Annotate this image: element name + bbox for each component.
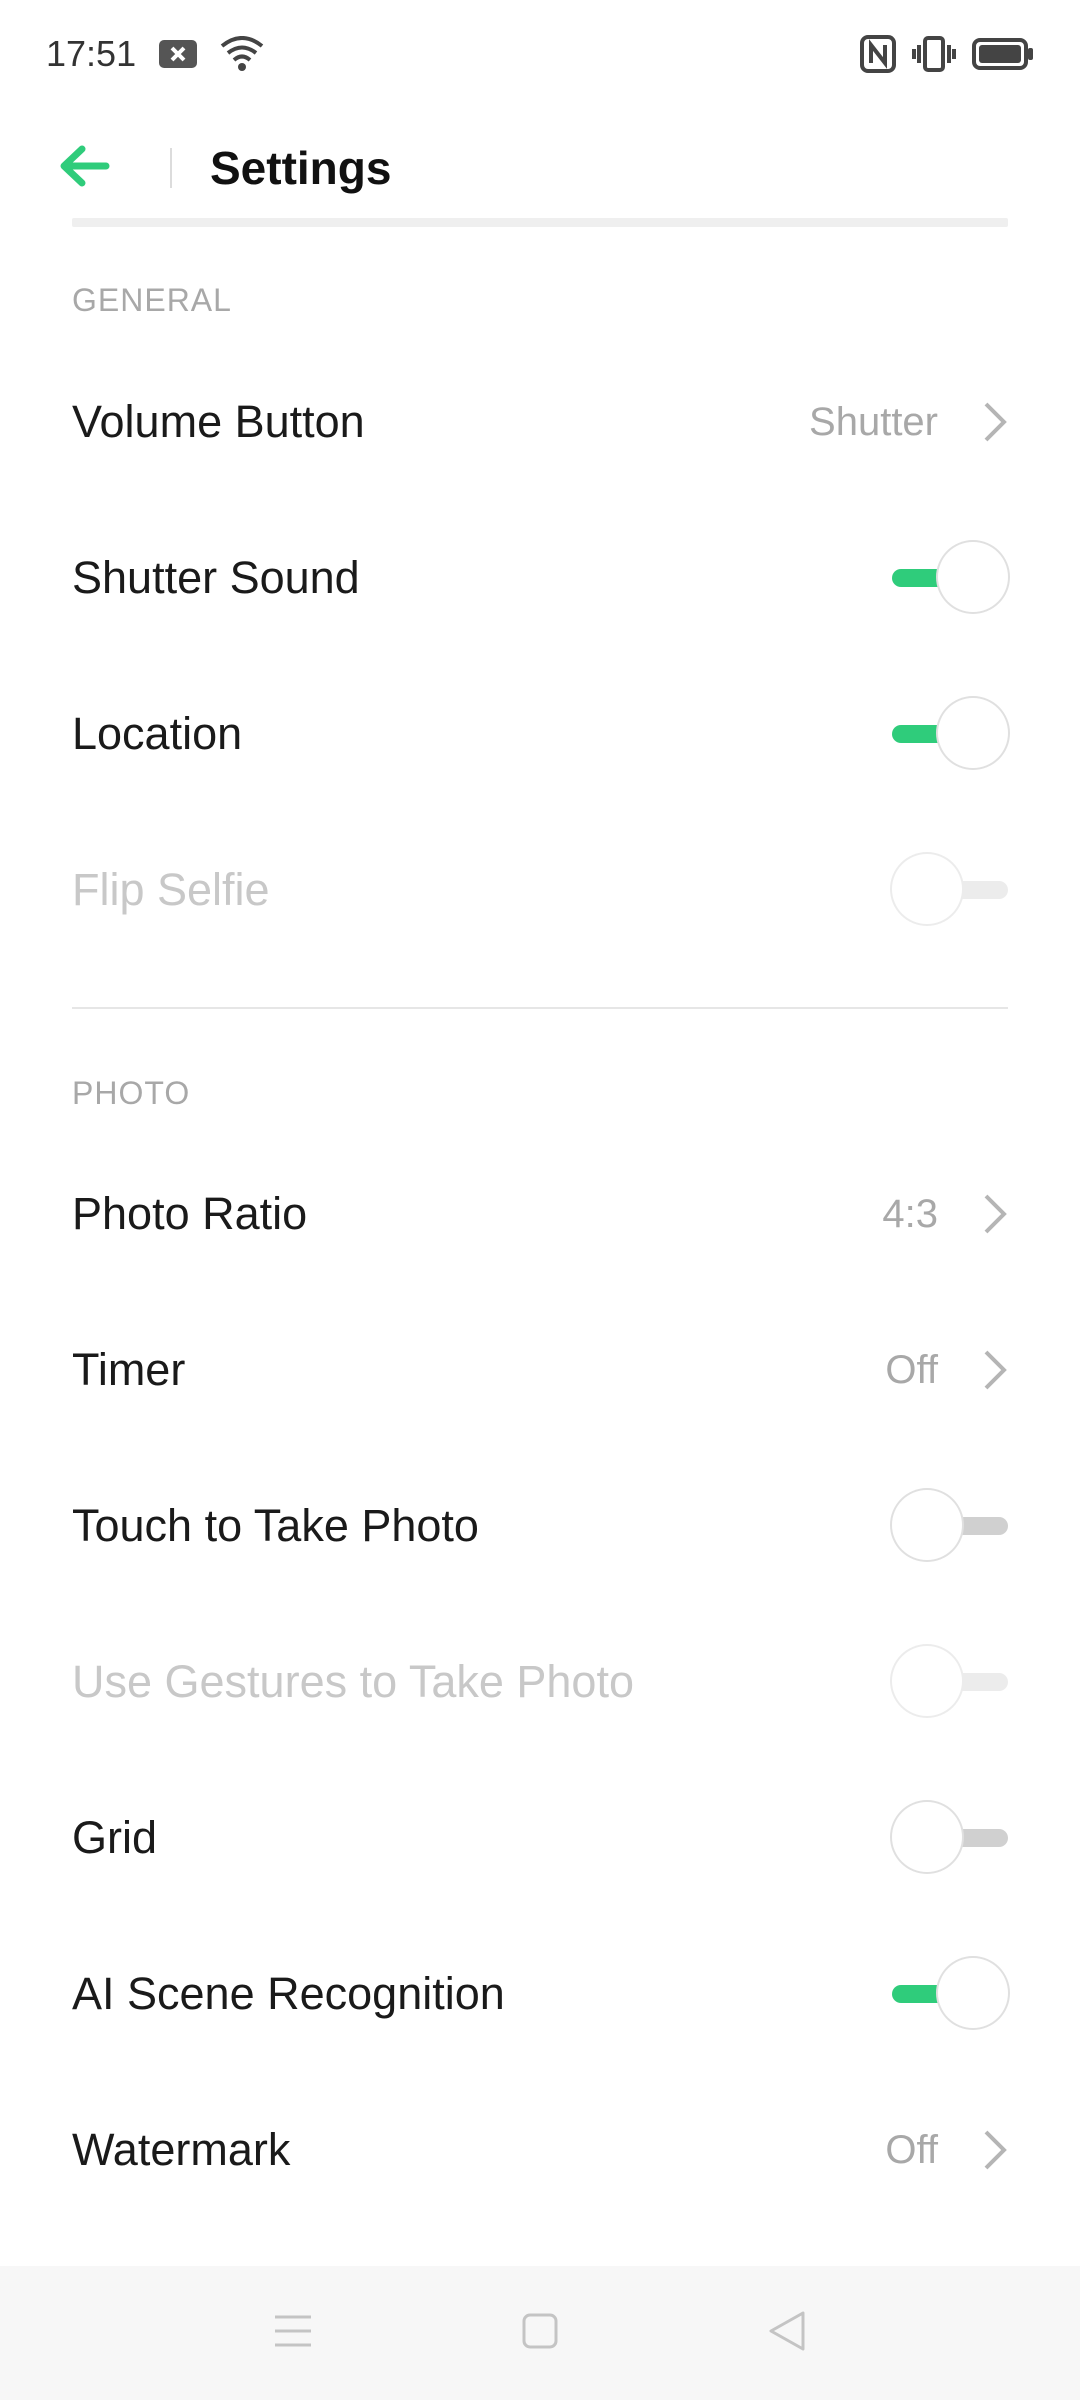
setting-label: Watermark (72, 2124, 291, 2175)
location-toggle[interactable] (892, 696, 1008, 772)
setting-label: Use Gestures to Take Photo (72, 1656, 634, 1707)
section-divider (72, 1007, 1008, 1009)
setting-touch-to-take-photo[interactable]: Touch to Take Photo (72, 1448, 1008, 1604)
setting-label: Volume Button (72, 396, 365, 447)
section-header-photo: PHOTO (72, 1075, 191, 1111)
shutter-sound-toggle[interactable] (892, 540, 1008, 616)
setting-timer[interactable]: Timer Off (72, 1292, 1008, 1448)
back-triangle-icon (767, 2310, 807, 2357)
menu-icon (273, 2313, 313, 2354)
app-bar-divider (170, 148, 172, 188)
ai-scene-recognition-toggle[interactable] (892, 1956, 1008, 2032)
setting-label: Grid (72, 1812, 158, 1863)
notification-x-icon (158, 38, 198, 70)
setting-location[interactable]: Location (72, 656, 1008, 812)
arrow-left-icon (58, 144, 110, 193)
flip-selfie-toggle (892, 852, 1008, 928)
nfc-icon (860, 35, 896, 73)
use-gestures-toggle (892, 1644, 1008, 1720)
wifi-icon (220, 36, 264, 72)
section-header-general: GENERAL (72, 282, 232, 318)
touch-to-take-photo-toggle[interactable] (892, 1488, 1008, 1564)
chevron-right-icon (982, 1192, 1008, 1236)
setting-value: 4:3 (882, 1191, 938, 1236)
grid-toggle[interactable] (892, 1800, 1008, 1876)
back-nav-button[interactable] (747, 2293, 827, 2373)
setting-shutter-sound[interactable]: Shutter Sound (72, 500, 1008, 656)
page-title: Settings (210, 142, 392, 194)
app-bar: Settings (0, 108, 1080, 228)
setting-value: Shutter (809, 399, 938, 444)
battery-icon (972, 37, 1034, 71)
setting-label: Flip Selfie (72, 864, 270, 915)
scroll-edge-indicator (72, 218, 1008, 227)
setting-volume-button[interactable]: Volume Button Shutter (72, 344, 1008, 500)
home-button[interactable] (500, 2293, 580, 2373)
setting-use-gestures: Use Gestures to Take Photo (72, 1604, 1008, 1760)
setting-grid[interactable]: Grid (72, 1760, 1008, 1916)
system-nav-bar (0, 2266, 1080, 2400)
setting-label: Location (72, 708, 243, 759)
setting-value: Off (885, 1347, 938, 1392)
setting-label: Timer (72, 1344, 186, 1395)
setting-value: Off (885, 2127, 938, 2172)
setting-watermark[interactable]: Watermark Off (72, 2072, 1008, 2228)
setting-label: AI Scene Recognition (72, 1968, 505, 2019)
setting-ai-scene-recognition[interactable]: AI Scene Recognition (72, 1916, 1008, 2072)
setting-flip-selfie: Flip Selfie (72, 812, 1008, 968)
setting-photo-ratio[interactable]: Photo Ratio 4:3 (72, 1136, 1008, 1292)
setting-label: Touch to Take Photo (72, 1500, 479, 1551)
chevron-right-icon (982, 400, 1008, 444)
recents-button[interactable] (253, 2293, 333, 2373)
setting-label: Photo Ratio (72, 1188, 308, 1239)
setting-label: Shutter Sound (72, 552, 360, 603)
chevron-right-icon (982, 2128, 1008, 2172)
home-square-icon (521, 2312, 559, 2355)
chevron-right-icon (982, 1348, 1008, 1392)
vibrate-icon (912, 35, 956, 73)
back-button[interactable] (58, 108, 178, 228)
status-time: 17:51 (46, 33, 137, 74)
status-bar: 17:51 (0, 0, 1080, 108)
